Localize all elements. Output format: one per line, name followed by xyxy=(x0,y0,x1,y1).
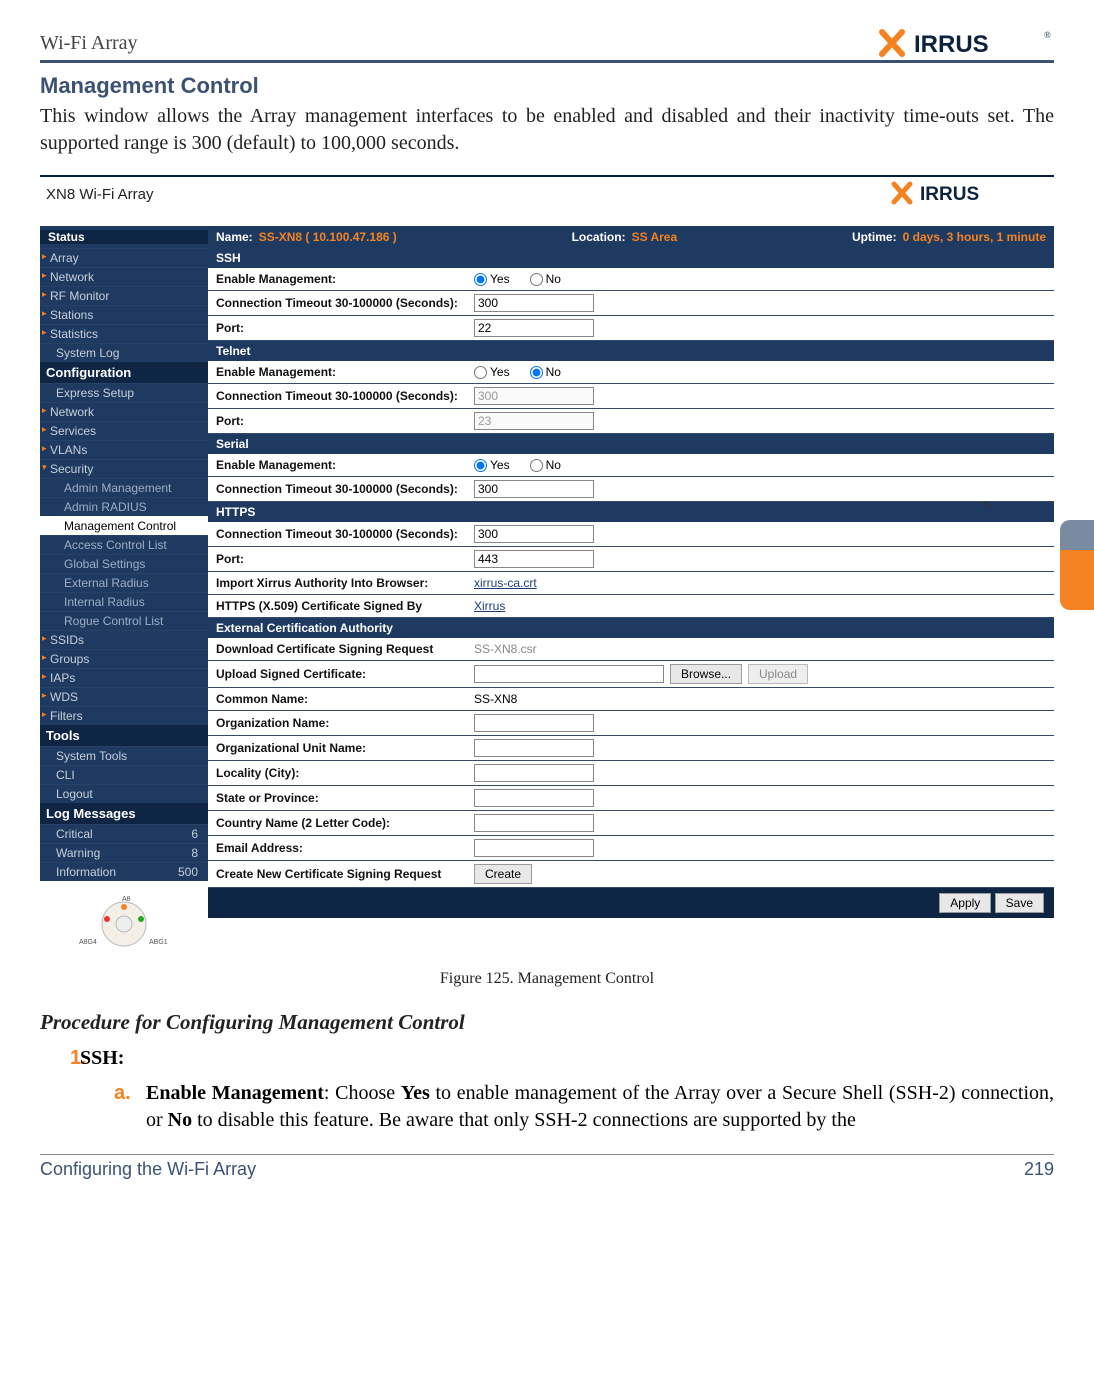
nav-security[interactable]: Security xyxy=(40,459,208,478)
page-header: Wi-Fi Array IRRUS ® xyxy=(40,28,1054,63)
nav-system-tools[interactable]: System Tools xyxy=(40,746,208,765)
ssh-enable-no[interactable]: No xyxy=(530,272,561,286)
footer-section: Configuring the Wi-Fi Array xyxy=(40,1159,256,1180)
nav-logout[interactable]: Logout xyxy=(40,784,208,803)
nav-network[interactable]: Network xyxy=(40,267,208,286)
nav-tools: Tools xyxy=(40,725,208,746)
step-1: 1. SSH: xyxy=(40,1047,1054,1070)
nav-express-setup[interactable]: Express Setup xyxy=(40,383,208,402)
nav-ssids[interactable]: SSIDs xyxy=(40,630,208,649)
import-auth-link[interactable]: xirrus-ca.crt xyxy=(474,576,537,590)
nav-sidebar: Array Network RF Monitor Stations Statis… xyxy=(40,248,208,956)
nav-cli[interactable]: CLI xyxy=(40,765,208,784)
nav-configuration: Configuration xyxy=(40,362,208,383)
upload-cert-path[interactable] xyxy=(474,665,664,683)
telnet-port-input[interactable] xyxy=(474,412,594,430)
nav-mgmt-control[interactable]: Management Control xyxy=(40,516,208,535)
array-map-icon: A8G4 A8 ABG1 xyxy=(40,881,208,956)
telnet-enable-no[interactable]: No xyxy=(530,365,561,379)
page-number: 219 xyxy=(1024,1159,1054,1180)
section-heading: Management Control xyxy=(40,73,1054,99)
country-input[interactable] xyxy=(474,814,594,832)
figure-caption: Figure 125. Management Control xyxy=(40,970,1054,988)
https-timeout-input[interactable] xyxy=(474,525,594,543)
screenshot-container: ↖ XN8 Wi-Fi Array IRRUS Status Name: SS-… xyxy=(40,175,1054,960)
ou-name-input[interactable] xyxy=(474,739,594,757)
svg-text:A8: A8 xyxy=(122,896,131,903)
nav-acl[interactable]: Access Control List xyxy=(40,535,208,554)
locality-input[interactable] xyxy=(474,764,594,782)
org-name-input[interactable] xyxy=(474,714,594,732)
nav-stations[interactable]: Stations xyxy=(40,305,208,324)
nav-global-settings[interactable]: Global Settings xyxy=(40,554,208,573)
screenshot-logo: IRRUS xyxy=(888,181,1048,208)
nav-filters[interactable]: Filters xyxy=(40,706,208,725)
nav-int-radius[interactable]: Internal Radius xyxy=(40,592,208,611)
nav-wds[interactable]: WDS xyxy=(40,687,208,706)
nav-array[interactable]: Array xyxy=(40,248,208,267)
telnet-enable-yes[interactable]: Yes xyxy=(474,365,510,379)
svg-text:IRRUS: IRRUS xyxy=(920,184,979,205)
status-bar: Status Name: SS-XN8 ( 10.100.47.186 ) Lo… xyxy=(40,226,1054,248)
svg-text:IRRUS: IRRUS xyxy=(914,31,989,58)
browse-button[interactable]: Browse... xyxy=(670,664,742,684)
step-1a: a. Enable Management: Choose Yes to enab… xyxy=(40,1080,1054,1134)
xirrus-logo: IRRUS ® xyxy=(874,28,1054,58)
device-name: XN8 Wi-Fi Array xyxy=(46,186,154,203)
ssh-port-input[interactable] xyxy=(474,319,594,337)
page-footer: Configuring the Wi-Fi Array 219 xyxy=(40,1154,1054,1180)
save-button[interactable]: Save xyxy=(995,893,1044,913)
svg-text:®: ® xyxy=(1044,30,1051,40)
nav-log-messages: Log Messages xyxy=(40,803,208,824)
nav-warning[interactable]: Warning8 xyxy=(40,843,208,862)
svg-text:ABG1: ABG1 xyxy=(149,939,168,946)
nav-network2[interactable]: Network xyxy=(40,402,208,421)
serial-enable-yes[interactable]: Yes xyxy=(474,458,510,472)
https-heading: HTTPS xyxy=(208,502,1054,522)
https-port-input[interactable] xyxy=(474,550,594,568)
nav-critical[interactable]: Critical6 xyxy=(40,824,208,843)
side-thumb-tab xyxy=(1060,520,1094,610)
svg-text:A8G4: A8G4 xyxy=(79,939,97,946)
intro-paragraph: This window allows the Array management … xyxy=(40,103,1054,157)
nav-rfmonitor[interactable]: RF Monitor xyxy=(40,286,208,305)
telnet-heading: Telnet xyxy=(208,341,1054,361)
content-panel: SSH Enable Management: Yes No Connection… xyxy=(208,248,1054,956)
nav-rogue[interactable]: Rogue Control List xyxy=(40,611,208,630)
ssh-timeout-input[interactable] xyxy=(474,294,594,312)
csr-file: SS-XN8.csr xyxy=(474,642,537,656)
doc-title: Wi-Fi Array xyxy=(40,32,138,55)
nav-admin-radius[interactable]: Admin RADIUS xyxy=(40,497,208,516)
serial-enable-no[interactable]: No xyxy=(530,458,561,472)
telnet-timeout-input[interactable] xyxy=(474,387,594,405)
cursor-icon: ↖ xyxy=(982,497,994,514)
nav-statistics[interactable]: Statistics xyxy=(40,324,208,343)
create-button[interactable]: Create xyxy=(474,864,532,884)
procedure-heading: Procedure for Configuring Management Con… xyxy=(40,1010,1054,1035)
apply-button[interactable]: Apply xyxy=(939,893,991,913)
nav-services[interactable]: Services xyxy=(40,421,208,440)
nav-information[interactable]: Information500 xyxy=(40,862,208,881)
serial-heading: Serial xyxy=(208,434,1054,454)
state-input[interactable] xyxy=(474,789,594,807)
email-input[interactable] xyxy=(474,839,594,857)
cert-signed-link[interactable]: Xirrus xyxy=(474,599,505,613)
nav-ext-radius[interactable]: External Radius xyxy=(40,573,208,592)
ssh-heading: SSH xyxy=(208,248,1054,268)
nav-systemlog[interactable]: System Log xyxy=(40,343,208,362)
serial-timeout-input[interactable] xyxy=(474,480,594,498)
common-name-value: SS-XN8 xyxy=(468,690,1054,708)
action-bar: Apply Save xyxy=(208,888,1054,918)
upload-button[interactable]: Upload xyxy=(748,664,808,684)
nav-groups[interactable]: Groups xyxy=(40,649,208,668)
ssh-enable-yes[interactable]: Yes xyxy=(474,272,510,286)
nav-vlans[interactable]: VLANs xyxy=(40,440,208,459)
ext-cert-heading: External Certification Authority xyxy=(208,618,1054,638)
nav-admin-mgmt[interactable]: Admin Management xyxy=(40,478,208,497)
nav-iaps[interactable]: IAPs xyxy=(40,668,208,687)
